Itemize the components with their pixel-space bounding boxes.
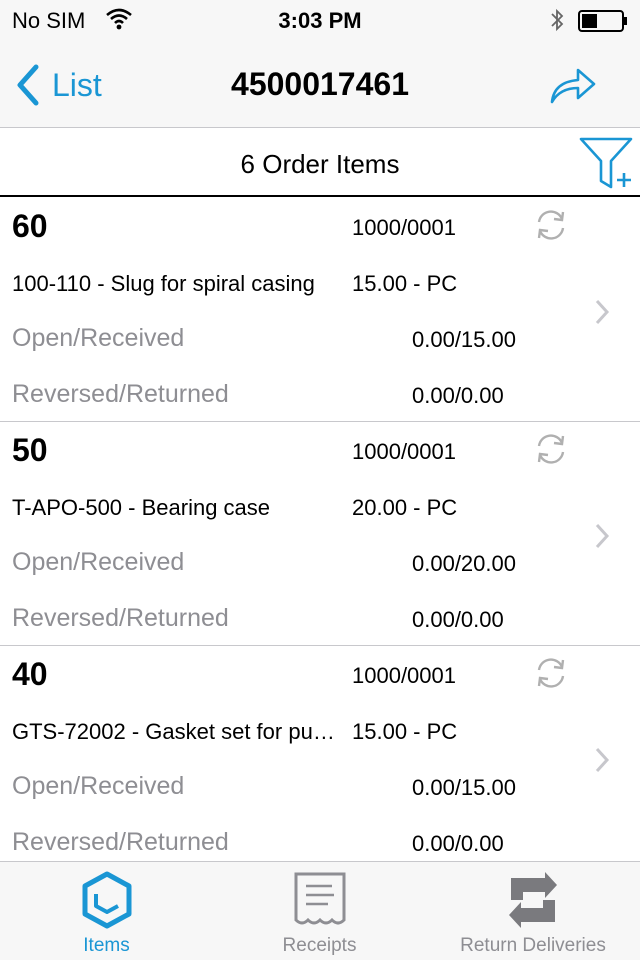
open-received-value: 0.00/15.00 <box>412 775 516 800</box>
item-description: 100-110 - Slug for spiral casing <box>12 271 315 296</box>
item-count-title: 6 Order Items <box>240 149 400 179</box>
item-plant: 1000/0001 <box>352 439 456 464</box>
open-received-value: 0.00/15.00 <box>412 327 516 352</box>
tab-label: Return Deliveries <box>460 935 606 956</box>
reversed-returned-label: Reversed/Returned <box>12 828 229 856</box>
add-filter-icon[interactable] <box>578 135 636 191</box>
item-quantity: 15.00 - PC <box>352 719 458 744</box>
page-title: 4500017461 <box>231 66 409 102</box>
list-item[interactable]: 40 1000/0001 GTS-72002 - Gasket set for … <box>0 646 640 861</box>
chevron-right-icon <box>595 747 610 773</box>
reversed-returned-label: Reversed/Returned <box>12 380 229 408</box>
chevron-right-icon <box>595 523 610 549</box>
sync-icon <box>537 210 565 240</box>
sync-icon <box>537 658 565 688</box>
receipt-icon <box>294 872 345 925</box>
reversed-returned-value: 0.00/0.00 <box>412 607 504 632</box>
item-description: T-APO-500 - Bearing case <box>12 495 271 520</box>
tab-receipts[interactable]: Receipts <box>213 862 426 960</box>
item-plant: 1000/0001 <box>352 215 456 240</box>
open-received-label: Open/Received <box>12 324 185 352</box>
item-description: GTS-72002 - Gasket set for pump <box>12 719 337 744</box>
open-received-label: Open/Received <box>12 772 185 800</box>
list-item[interactable]: 60 1000/0001 100-110 - Slug for spiral c… <box>0 198 640 422</box>
sync-icon <box>537 434 565 464</box>
item-quantity: 15.00 - PC <box>352 271 458 296</box>
status-time: 3:03 PM <box>278 8 362 33</box>
order-items-list: 60 1000/0001 100-110 - Slug for spiral c… <box>0 198 640 861</box>
list-item[interactable]: 50 1000/0001 T-APO-500 - Bearing case 20… <box>0 422 640 646</box>
share-icon[interactable] <box>548 66 596 106</box>
tab-bar: Items Receipts Return Deliveries <box>0 861 640 960</box>
battery-icon <box>578 10 627 32</box>
open-received-label: Open/Received <box>12 548 185 576</box>
tab-return-deliveries[interactable]: Return Deliveries <box>426 862 640 960</box>
reversed-returned-value: 0.00/0.00 <box>412 831 504 856</box>
filter-bar: 6 Order Items <box>0 129 640 197</box>
tab-label: Items <box>83 935 130 956</box>
item-number: 40 <box>12 656 48 692</box>
bluetooth-icon <box>551 8 564 32</box>
tab-label: Receipts <box>282 935 357 956</box>
status-bar: No SIM 3:03 PM <box>0 0 640 40</box>
chevron-right-icon <box>595 299 610 325</box>
tab-items[interactable]: Items <box>0 862 213 960</box>
item-number: 60 <box>12 208 48 244</box>
item-quantity: 20.00 - PC <box>352 495 458 520</box>
items-cube-icon <box>82 871 131 929</box>
open-received-value: 0.00/20.00 <box>412 551 516 576</box>
reversed-returned-label: Reversed/Returned <box>12 604 229 632</box>
item-number: 50 <box>12 432 48 468</box>
reversed-returned-value: 0.00/0.00 <box>412 383 504 408</box>
navigation-bar: List 4500017461 <box>0 40 640 128</box>
return-arrows-icon <box>509 872 557 928</box>
item-plant: 1000/0001 <box>352 663 456 688</box>
